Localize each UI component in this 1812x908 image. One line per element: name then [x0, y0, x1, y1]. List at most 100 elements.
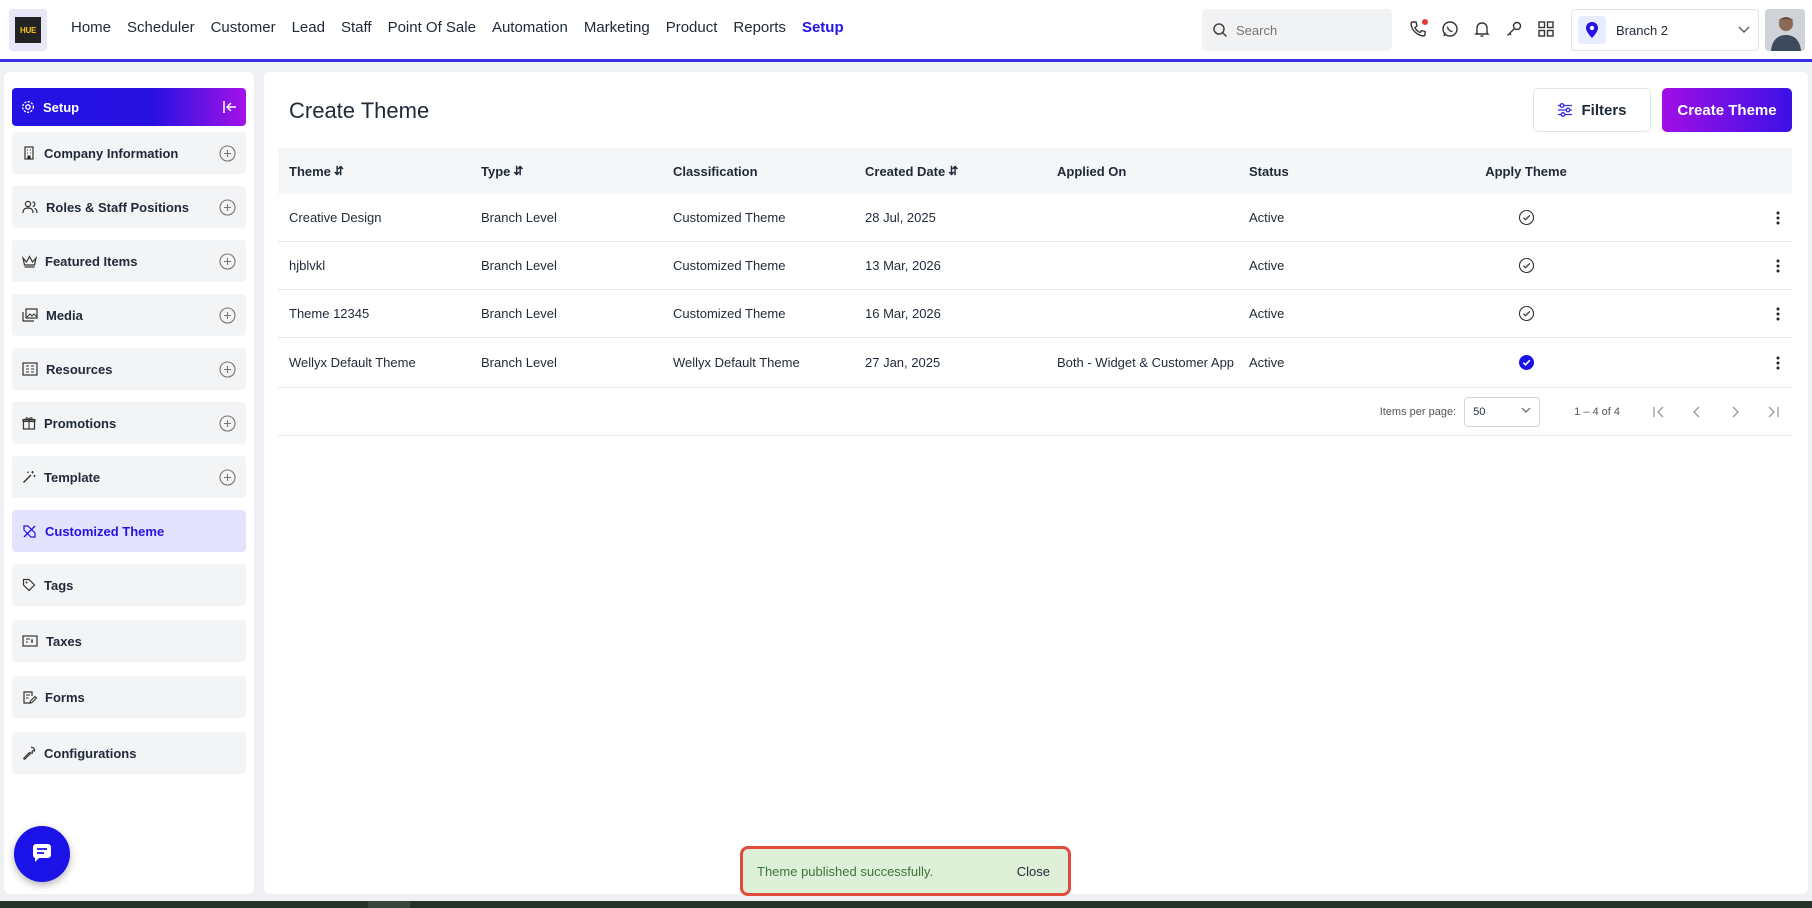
sidebar-item-media[interactable]: Media [12, 294, 246, 336]
sidebar-item-resources[interactable]: Resources [12, 348, 246, 390]
chevron-down-icon [1521, 407, 1531, 413]
column-header-apply-theme: Apply Theme [1485, 163, 1567, 179]
nav-lead[interactable]: Lead [292, 19, 325, 36]
more-options-icon[interactable] [1770, 256, 1786, 276]
branch-selector[interactable]: Branch 2 [1571, 9, 1759, 51]
nav-staff[interactable]: Staff [341, 19, 372, 36]
add-circle-icon[interactable] [219, 468, 236, 486]
sidebar-item-taxes[interactable]: Taxes [12, 620, 246, 662]
sidebar-item-forms[interactable]: Forms [12, 676, 246, 718]
gear-icon [22, 101, 34, 113]
add-circle-icon[interactable] [219, 252, 236, 270]
add-circle-icon[interactable] [219, 306, 236, 324]
sidebar-item-company-information[interactable]: Company Information [12, 132, 246, 174]
chevron-right-icon [1732, 406, 1739, 417]
sidebar-item-label: Promotions [44, 415, 117, 431]
phone-icon[interactable] [1408, 19, 1428, 39]
column-header-created-date: Created Date ⇵ [865, 163, 959, 179]
sidebar-item-label: Featured Items [45, 253, 138, 269]
sidebar-item-tags[interactable]: Tags [12, 564, 246, 606]
add-circle-icon[interactable] [219, 414, 236, 432]
column-header-type: Type ⇵ [481, 163, 524, 179]
sidebar-item-roles-staff-positions[interactable]: Roles & Staff Positions [12, 186, 246, 228]
nav-customer[interactable]: Customer [211, 19, 276, 36]
add-circle-icon[interactable] [219, 360, 236, 378]
nav-scheduler[interactable]: Scheduler [127, 19, 195, 36]
key-icon[interactable] [1504, 19, 1524, 39]
cell-theme: Wellyx Default Theme [289, 354, 416, 370]
cell-status: Active [1249, 305, 1285, 321]
chat-icon [33, 844, 51, 862]
sidebar-item-template[interactable]: Template [12, 456, 246, 498]
sidebar-item-label: Resources [46, 361, 113, 377]
apply-theme-cell [1430, 209, 1622, 226]
cell-created-date: 28 Jul, 2025 [865, 209, 936, 225]
main-nav: Home Scheduler Customer Lead Staff Point… [71, 19, 860, 36]
users-icon [22, 200, 38, 214]
table-row: Theme 12345 Branch Level Customized Them… [278, 290, 1792, 338]
nav-home[interactable]: Home [71, 19, 111, 36]
images-icon [22, 308, 38, 322]
ruler-pencil-icon [23, 524, 36, 538]
cell-theme: hjblvkl [289, 257, 326, 273]
sidebar-item-featured-items[interactable]: Featured Items [12, 240, 246, 282]
gift-icon [22, 417, 36, 430]
toast-close-button[interactable]: Close [1017, 864, 1050, 879]
apps-grid-icon[interactable] [1536, 19, 1556, 39]
nav-setup[interactable]: Setup [802, 19, 844, 36]
last-page-button[interactable] [1754, 397, 1792, 427]
sort-icon[interactable]: ⇵ [948, 164, 958, 178]
nav-reports[interactable]: Reports [733, 19, 786, 36]
cell-type: Branch Level [481, 354, 557, 370]
logo-text: HUE [20, 25, 36, 35]
items-per-page-value: 50 [1473, 405, 1486, 418]
sort-icon[interactable]: ⇵ [334, 164, 344, 178]
first-page-button[interactable] [1640, 397, 1678, 427]
sidebar-item-configurations[interactable]: Configurations [12, 732, 246, 774]
add-circle-icon[interactable] [219, 198, 236, 216]
chat-button[interactable] [14, 826, 70, 882]
sort-icon[interactable]: ⇵ [513, 164, 523, 178]
check-circle-filled-icon[interactable] [1518, 354, 1535, 371]
items-per-page-select[interactable]: 50 [1464, 396, 1541, 427]
app-logo[interactable]: HUE [9, 9, 47, 51]
more-options-icon[interactable] [1770, 304, 1786, 324]
global-search[interactable] [1202, 9, 1392, 51]
cell-classification: Customized Theme [673, 209, 786, 225]
cell-theme: Theme 12345 [289, 305, 370, 321]
more-options-icon[interactable] [1770, 353, 1786, 373]
sidebar-header-label: Setup [43, 99, 80, 115]
first-page-icon [1653, 406, 1664, 417]
create-theme-button[interactable]: Create Theme [1662, 88, 1792, 132]
notification-dot [1422, 19, 1428, 25]
next-page-button[interactable] [1716, 397, 1754, 427]
check-circle-icon[interactable] [1518, 209, 1535, 226]
nav-product[interactable]: Product [666, 19, 718, 36]
sidebar-item-label: Configurations [44, 745, 137, 761]
resources-icon [22, 362, 38, 376]
check-circle-icon[interactable] [1518, 305, 1535, 322]
filters-button[interactable]: Filters [1533, 88, 1651, 132]
nav-automation[interactable]: Automation [492, 19, 568, 36]
sidebar-item-label: Template [44, 469, 101, 485]
collapse-sidebar-icon[interactable] [222, 100, 238, 114]
tax-icon [22, 635, 38, 647]
sidebar-item-promotions[interactable]: Promotions [12, 402, 246, 444]
whatsapp-icon[interactable] [1440, 19, 1460, 39]
nav-point-of-sale[interactable]: Point Of Sale [388, 19, 476, 36]
tag-icon [22, 578, 36, 592]
user-avatar[interactable] [1765, 9, 1805, 51]
check-circle-icon[interactable] [1518, 257, 1535, 274]
filters-label: Filters [1581, 101, 1627, 119]
search-input[interactable] [1236, 22, 1376, 38]
bell-icon[interactable] [1472, 19, 1492, 39]
sidebar-item-customized-theme[interactable]: Customized Theme [12, 510, 246, 552]
nav-marketing[interactable]: Marketing [584, 19, 650, 36]
add-circle-icon[interactable] [219, 144, 236, 162]
cell-type: Branch Level [481, 257, 557, 273]
more-options-icon[interactable] [1770, 208, 1786, 228]
top-navigation-bar: HUE Home Scheduler Customer Lead Staff P… [0, 0, 1812, 62]
table-row: hjblvkl Branch Level Customized Theme 13… [278, 242, 1792, 290]
main-content: Create Theme Filters Create Theme Theme ⇵… [264, 72, 1808, 894]
previous-page-button[interactable] [1678, 397, 1716, 427]
